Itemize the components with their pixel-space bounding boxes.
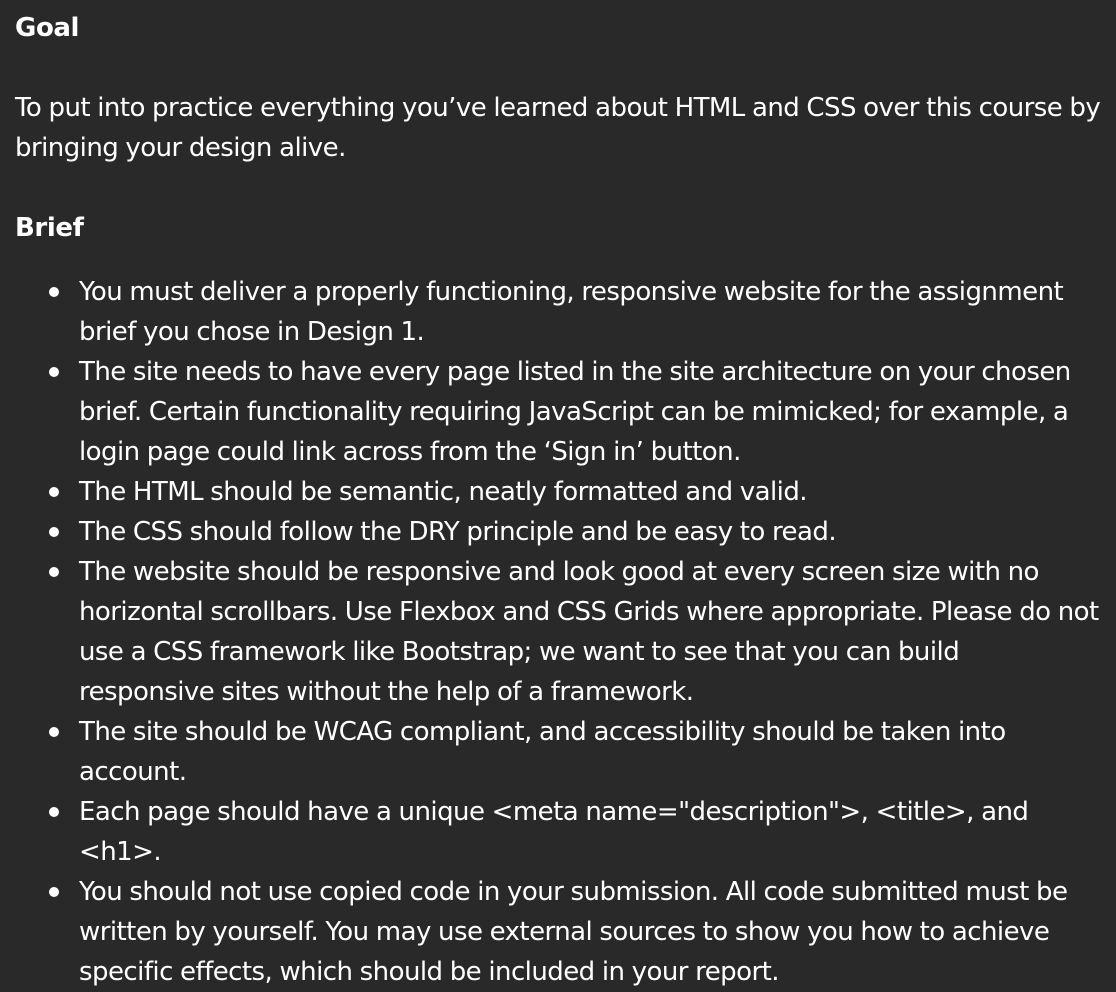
- list-item: The HTML should be semantic, neatly form…: [49, 472, 1101, 512]
- brief-heading: Brief: [15, 213, 84, 243]
- list-item-text: You should not use copied code in your s…: [79, 877, 1068, 987]
- bullet-icon: [49, 567, 59, 577]
- brief-list: You must deliver a properly functioning,…: [15, 272, 1101, 992]
- bullet-icon: [49, 807, 59, 817]
- list-item: You must deliver a properly functioning,…: [49, 272, 1101, 352]
- list-item: The CSS should follow the DRY principle …: [49, 512, 1101, 552]
- list-item-text: Each page should have a unique <meta nam…: [79, 797, 1029, 867]
- bullet-icon: [49, 887, 59, 897]
- list-item-text: You must deliver a properly functioning,…: [79, 277, 1064, 347]
- document: Goal To put into practice everything you…: [0, 0, 1116, 992]
- goal-text: To put into practice everything you’ve l…: [15, 93, 1101, 163]
- list-item-text: The site should be WCAG compliant, and a…: [79, 717, 1006, 787]
- list-item: You should not use copied code in your s…: [49, 872, 1101, 992]
- list-item-text: The HTML should be semantic, neatly form…: [79, 477, 808, 507]
- goal-heading: Goal: [15, 13, 80, 43]
- list-item: The site needs to have every page listed…: [49, 352, 1101, 472]
- bullet-icon: [49, 287, 59, 297]
- list-item: The website should be responsive and loo…: [49, 552, 1101, 712]
- list-item: The site should be WCAG compliant, and a…: [49, 712, 1101, 792]
- bullet-icon: [49, 727, 59, 737]
- list-item-text: The site needs to have every page listed…: [79, 357, 1071, 467]
- list-item-text: The website should be responsive and loo…: [79, 557, 1099, 707]
- bullet-icon: [49, 487, 59, 497]
- bullet-icon: [49, 367, 59, 377]
- bullet-icon: [49, 527, 59, 537]
- list-item-text: The CSS should follow the DRY principle …: [79, 517, 837, 547]
- list-item: Each page should have a unique <meta nam…: [49, 792, 1101, 872]
